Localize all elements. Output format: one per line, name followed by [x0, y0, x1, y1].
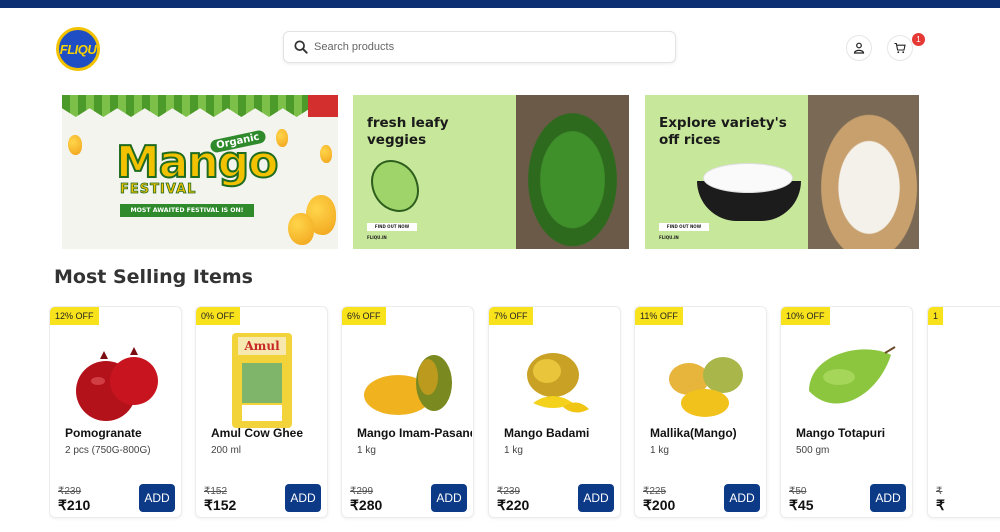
top-accent-bar	[0, 0, 1000, 8]
product-card[interactable]: 12% OFF Pomogranate 2 pcs (750G-800G) ₹2…	[49, 306, 182, 518]
product-mrp: ₹299	[350, 486, 374, 497]
product-quantity: 1 kg	[504, 445, 523, 456]
discount-badge: 0% OFF	[196, 307, 240, 325]
mango-decoration	[68, 135, 82, 155]
mango-decoration	[320, 145, 332, 163]
green-mango-image	[809, 346, 896, 404]
discount-badge: 6% OFF	[342, 307, 386, 325]
banner-brand-text: FLIQU.IN	[659, 235, 679, 240]
cart-count-badge: 1	[912, 33, 925, 46]
banner-heading-line2: off rices	[659, 132, 721, 148]
account-button[interactable]	[846, 35, 872, 61]
banner-heading: fresh leafy veggies	[367, 115, 449, 149]
product-card[interactable]: 7% OFF Mango Badami 1 kg ₹239 ₹220 ADD	[488, 306, 621, 518]
banner-cta-button[interactable]: FIND OUT NOW	[367, 223, 417, 231]
banner-mango-festival[interactable]: Organic Mango FESTIVAL MOST AWAITED FEST…	[62, 95, 338, 249]
product-quantity: 200 ml	[211, 445, 242, 456]
leaf-garland	[62, 95, 338, 117]
banner-heading: Mango	[115, 136, 280, 189]
discount-badge: 11% OFF	[635, 307, 683, 325]
add-to-cart-button[interactable]: ADD	[139, 484, 175, 512]
product-price: ₹200	[643, 497, 676, 513]
product-card[interactable]: 0% OFF Amul Amul Cow Ghee 200 ml ₹152 ₹1…	[195, 306, 328, 518]
add-to-cart-button[interactable]: ADD	[724, 484, 760, 512]
product-mrp: ₹239	[497, 486, 521, 497]
add-to-cart-button[interactable]: ADD	[285, 484, 321, 512]
leafy-veg-illustration	[371, 160, 419, 212]
product-card[interactable]: 10% OFF Mango Totapuri 500 gm ₹50 ₹45 AD…	[780, 306, 913, 518]
product-mrp: ₹239	[58, 486, 82, 497]
product-price: ₹45	[789, 497, 814, 513]
mango-image	[364, 355, 452, 415]
user-icon	[853, 42, 865, 54]
banner-heading: Explore variety's off rices	[659, 115, 787, 149]
banner-heading-line1: fresh leafy	[367, 115, 449, 131]
banner-cta-button[interactable]: FIND OUT NOW	[659, 223, 709, 231]
product-price: ₹220	[497, 497, 530, 513]
ghee-pouch-image: Amul	[232, 333, 292, 428]
banner-rices[interactable]: Explore variety's off rices FIND OUT NOW…	[645, 95, 919, 249]
banner-brand-text: FLIQU.IN	[367, 235, 387, 240]
product-quantity: 1 kg	[650, 445, 669, 456]
product-quantity: 500 gm	[796, 445, 830, 456]
mango-image	[669, 357, 743, 417]
product-mrp: ₹	[936, 486, 943, 497]
rice-bowl-illustration	[693, 163, 805, 223]
banner-leafy-veggies[interactable]: fresh leafy veggies FIND OUT NOW FLIQU.I…	[353, 95, 629, 249]
search-icon	[294, 40, 308, 54]
svg-text:Amul: Amul	[243, 339, 280, 353]
rice-sack-photo	[808, 95, 919, 249]
mango-decoration	[288, 213, 314, 245]
banner-ribbon: MOST AWAITED FESTIVAL IS ON!	[120, 204, 254, 217]
product-carousel[interactable]: 12% OFF Pomogranate 2 pcs (750G-800G) ₹2…	[49, 306, 1000, 532]
product-quantity: 2 pcs (750G-800G)	[65, 445, 151, 456]
product-name[interactable]: Amul Cow Ghee	[211, 426, 326, 440]
discount-badge: 1	[928, 307, 944, 325]
banner-heading-line1: Explore variety's	[659, 115, 787, 131]
brand-logo[interactable]: FLIQU	[56, 27, 100, 71]
add-to-cart-button[interactable]: ADD	[578, 484, 614, 512]
product-card[interactable]: 11% OFF Mallika(Mango) 1 kg ₹225 ₹200 AD…	[634, 306, 767, 518]
discount-badge: 7% OFF	[489, 307, 533, 325]
product-price: ₹152	[204, 497, 237, 513]
add-to-cart-button[interactable]: ADD	[431, 484, 467, 512]
product-name[interactable]: Mallika(Mango)	[650, 426, 765, 440]
banner-subheading: FESTIVAL	[120, 182, 197, 198]
product-name[interactable]: Mango Totapuri	[796, 426, 911, 440]
product-card-partial[interactable]: 1 ₹ ₹	[927, 306, 1000, 518]
banner-heading-line2: veggies	[367, 132, 427, 148]
search-input[interactable]	[314, 41, 654, 53]
discount-badge: 10% OFF	[781, 307, 830, 325]
banner-corner-decoration	[308, 95, 338, 117]
product-quantity: 1 kg	[357, 445, 376, 456]
product-price: ₹	[936, 497, 945, 513]
product-name[interactable]: Pomogranate	[65, 426, 180, 440]
logo-text: FLIQU	[59, 41, 97, 57]
section-title: Most Selling Items	[54, 266, 253, 288]
cart-icon	[894, 42, 906, 54]
product-mrp: ₹225	[643, 486, 667, 497]
product-mrp: ₹50	[789, 486, 807, 497]
pomegranate-image	[76, 347, 158, 421]
add-to-cart-button[interactable]: ADD	[870, 484, 906, 512]
product-card[interactable]: 6% OFF Mango Imam-Pasand 1 kg ₹299 ₹280 …	[341, 306, 474, 518]
search-bar[interactable]	[283, 31, 676, 63]
product-mrp: ₹152	[204, 486, 228, 497]
product-price: ₹210	[58, 497, 91, 513]
product-name[interactable]: Mango Badami	[504, 426, 619, 440]
discount-badge: 12% OFF	[50, 307, 99, 325]
spinach-photo	[516, 95, 629, 249]
cart-button[interactable]	[887, 35, 913, 61]
product-name[interactable]: Mango Imam-Pasand	[357, 426, 472, 440]
mango-image	[527, 353, 589, 413]
product-price: ₹280	[350, 497, 383, 513]
